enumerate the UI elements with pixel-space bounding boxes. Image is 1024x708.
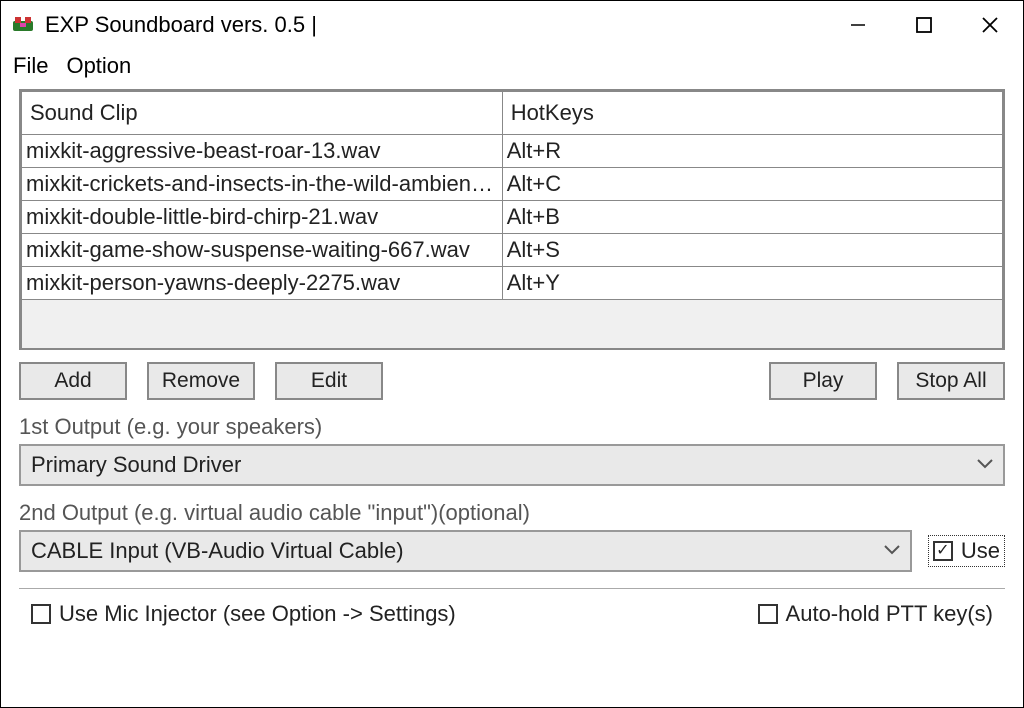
window-controls	[825, 1, 1023, 49]
play-button[interactable]: Play	[769, 362, 877, 400]
button-row: Add Remove Edit Play Stop All	[19, 362, 1005, 400]
add-button[interactable]: Add	[19, 362, 127, 400]
auto-ptt-checkbox[interactable]: Auto-hold PTT key(s)	[758, 601, 993, 627]
output2-dropdown[interactable]: CABLE Input (VB-Audio Virtual Cable)	[19, 530, 912, 572]
table-row[interactable]: mixkit-game-show-suspense-waiting-667.wa…	[22, 234, 1003, 267]
use-output2-checkbox[interactable]: ✓ Use	[928, 535, 1005, 567]
cell-hotkey: Alt+B	[502, 201, 1002, 234]
auto-ptt-label: Auto-hold PTT key(s)	[786, 601, 993, 627]
cell-clip: mixkit-person-yawns-deeply-2275.wav	[22, 267, 503, 300]
table-row[interactable]: mixkit-aggressive-beast-roar-13.wav Alt+…	[22, 135, 1003, 168]
edit-button[interactable]: Edit	[275, 362, 383, 400]
close-button[interactable]	[957, 1, 1023, 49]
chevron-down-icon	[977, 456, 993, 474]
window-title: EXP Soundboard vers. 0.5 |	[45, 12, 825, 38]
output2-label: 2nd Output (e.g. virtual audio cable "in…	[19, 500, 1005, 526]
output1-label: 1st Output (e.g. your speakers)	[19, 414, 1005, 440]
maximize-button[interactable]	[891, 1, 957, 49]
menu-option[interactable]: Option	[66, 53, 131, 79]
divider	[19, 588, 1005, 589]
col-header-clip[interactable]: Sound Clip	[22, 92, 503, 135]
table-row[interactable]: mixkit-crickets-and-insects-in-the-wild-…	[22, 168, 1003, 201]
menubar: File Option	[1, 49, 1023, 89]
cell-hotkey: Alt+Y	[502, 267, 1002, 300]
stop-all-button[interactable]: Stop All	[897, 362, 1005, 400]
output1-value: Primary Sound Driver	[31, 452, 241, 478]
output1-dropdown[interactable]: Primary Sound Driver	[19, 444, 1005, 486]
minimize-button[interactable]	[825, 1, 891, 49]
titlebar: EXP Soundboard vers. 0.5 |	[1, 1, 1023, 49]
chevron-down-icon	[884, 542, 900, 560]
use-label: Use	[961, 538, 1000, 564]
mic-injector-label: Use Mic Injector (see Option -> Settings…	[59, 601, 456, 627]
cell-clip: mixkit-double-little-bird-chirp-21.wav	[22, 201, 503, 234]
table-row[interactable]: mixkit-double-little-bird-chirp-21.wav A…	[22, 201, 1003, 234]
sound-table: Sound Clip HotKeys mixkit-aggressive-bea…	[19, 89, 1005, 350]
checkbox-icon	[758, 604, 778, 624]
cell-clip: mixkit-aggressive-beast-roar-13.wav	[22, 135, 503, 168]
output2-value: CABLE Input (VB-Audio Virtual Cable)	[31, 538, 404, 564]
cell-clip: mixkit-game-show-suspense-waiting-667.wa…	[22, 234, 503, 267]
cell-hotkey: Alt+C	[502, 168, 1002, 201]
remove-button[interactable]: Remove	[147, 362, 255, 400]
table-filler	[22, 300, 1003, 348]
checkbox-icon: ✓	[933, 541, 953, 561]
bottom-row: Use Mic Injector (see Option -> Settings…	[19, 601, 1005, 627]
table-row[interactable]: mixkit-person-yawns-deeply-2275.wav Alt+…	[22, 267, 1003, 300]
cell-hotkey: Alt+R	[502, 135, 1002, 168]
menu-file[interactable]: File	[13, 53, 48, 79]
col-header-hotkeys[interactable]: HotKeys	[502, 92, 1002, 135]
mic-injector-checkbox[interactable]: Use Mic Injector (see Option -> Settings…	[31, 601, 456, 627]
content-area: Sound Clip HotKeys mixkit-aggressive-bea…	[1, 89, 1023, 637]
cell-clip: mixkit-crickets-and-insects-in-the-wild-…	[22, 168, 503, 201]
checkbox-icon	[31, 604, 51, 624]
app-icon	[11, 13, 35, 37]
cell-hotkey: Alt+S	[502, 234, 1002, 267]
